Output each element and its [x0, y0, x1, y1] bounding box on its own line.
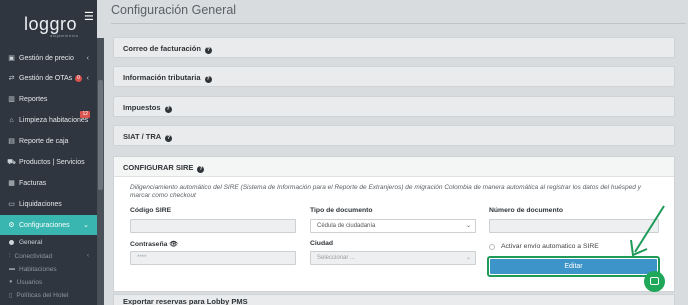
page-title: Configuración General [111, 3, 237, 17]
subitem-usuarios[interactable]: ● Usuarios [0, 275, 97, 289]
sidebar-item-label: Reportes [19, 95, 48, 103]
tipo-documento-select[interactable]: Cédula de ciudadanía ⌄ [310, 219, 476, 233]
sidebar-item-label: Gestión de precio [19, 54, 74, 62]
user-icon: ● [9, 279, 13, 285]
section-label: Información tributaria? [123, 73, 212, 83]
bed-icon: ▬ [9, 266, 15, 272]
subitem-conectividad[interactable]: ⫶ Conectividad ‹ [0, 249, 97, 263]
subitem-label: Habitaciones [19, 265, 57, 273]
sidebar-item-gestion-otas[interactable]: ⇄ Gestión de OTAs 0 ‹ [0, 68, 97, 88]
question-icon[interactable]: ? [204, 47, 212, 54]
question-icon[interactable]: ? [204, 76, 212, 83]
edit-button[interactable]: Editar [490, 259, 657, 274]
section-label: SIAT / TRA? [123, 132, 173, 142]
otas-badge: 0 [75, 74, 82, 82]
chevron-left-icon: ‹ [86, 54, 89, 62]
section-siat-tra[interactable]: SIAT / TRA? [113, 125, 675, 146]
chevron-left-icon: ‹ [87, 253, 89, 259]
sidebar-item-label: Reporte de caja [19, 137, 69, 145]
sidebar-item-label: Liquidaciones [19, 200, 62, 208]
contrasena-label: Contraseña 👁 [130, 241, 178, 248]
subitem-label: Políticas del Hotel [16, 291, 69, 299]
sidebar-item-facturas[interactable]: ▦ Facturas [0, 173, 97, 193]
subitem-label: Conectividad [14, 252, 53, 260]
chevron-down-icon: ⌄ [465, 255, 471, 261]
sidebar-scrollbar-thumb[interactable] [98, 80, 103, 190]
limpieza-badge: 12 [80, 111, 90, 118]
codigo-sire-input[interactable] [130, 219, 296, 233]
subitem-label: Usuarios [16, 278, 43, 286]
invoice-icon: ▦ [8, 180, 15, 187]
document-icon: ▯ [9, 292, 13, 299]
tag-icon: ▣ [8, 55, 15, 62]
sidebar-item-label: Productos | Servicios [19, 158, 85, 166]
section-correo-facturacion[interactable]: Correo de facturación? [113, 37, 675, 58]
ciudad-select[interactable]: Seleccionar ... ⌄ [310, 251, 476, 265]
sidebar-item-label: Configuraciones [19, 221, 70, 229]
money-icon: ▭ [8, 201, 15, 208]
ciudad-label: Ciudad [310, 240, 334, 247]
auto-send-toggle[interactable]: Activar envío automatico a SIRE [489, 243, 599, 250]
numero-documento-input[interactable] [489, 219, 659, 233]
logo-subtitle: alojamientos [50, 33, 79, 38]
sire-description: Diligenciamiento automático del SIRE (Si… [130, 184, 641, 199]
signal-icon: ⫶ [9, 252, 11, 259]
subitem-general[interactable]: General [0, 235, 97, 249]
codigo-sire-label: Código SIRE [130, 207, 172, 214]
sidebar-item-configuraciones[interactable]: ⚙ Configuraciones ⌄ [0, 215, 97, 235]
chat-button[interactable] [644, 271, 665, 292]
subitem-label: General [19, 238, 43, 246]
sidebar-item-productos[interactable]: ⛟ Productos | Servicios [0, 152, 97, 172]
logo-area: loggro alojamientos ☰ [0, 0, 97, 44]
title-divider [111, 23, 686, 24]
sidebar-item-limpieza[interactable]: ⌂ Limpieza habitaciones 12 [0, 110, 97, 130]
sidebar-item-reportes[interactable]: ▥ Reportes [0, 89, 97, 109]
swap-icon: ⇄ [8, 75, 15, 82]
auto-send-label: Activar envío automatico a SIRE [501, 243, 599, 250]
radio-button[interactable] [489, 243, 495, 250]
section-label: Impuestos? [123, 103, 172, 113]
broom-icon: ⌂ [9, 116, 14, 124]
circle-icon [9, 239, 14, 245]
chat-icon [650, 277, 659, 285]
sire-panel: CONFIGURAR SIRE? Diligenciamiento automá… [113, 156, 675, 292]
sidebar-item-gestion-precio[interactable]: ▣ Gestión de precio ‹ [0, 48, 97, 68]
hamburger-menu-icon[interactable]: ☰ [84, 12, 94, 23]
subitem-habitaciones[interactable]: ▬ Habitaciones [0, 262, 97, 276]
eye-icon[interactable]: 👁 [169, 241, 178, 248]
sidebar: loggro alojamientos ☰ ▣ Gestión de preci… [0, 0, 97, 305]
section-exportar-reservas[interactable]: Exportar reservas para Lobby PMS [113, 294, 675, 305]
gear-icon: ⚙ [8, 222, 15, 229]
sidebar-item-label: Gestión de OTAs [19, 74, 73, 82]
cart-icon: ⛟ [7, 158, 16, 166]
section-label: Correo de facturación? [123, 44, 212, 54]
logo[interactable]: loggro [24, 14, 77, 35]
contrasena-input[interactable]: **** [130, 251, 296, 265]
sidebar-item-label: Facturas [19, 179, 47, 187]
numero-documento-label: Número de documento [489, 207, 564, 214]
section-impuestos[interactable]: Impuestos? [113, 96, 675, 117]
bar-chart-icon: ▥ [8, 96, 15, 103]
chevron-left-icon: ‹ [86, 74, 89, 82]
question-icon[interactable]: ? [165, 135, 173, 142]
page-scrollbar[interactable] [681, 24, 688, 305]
subitem-politicas[interactable]: ▯ Políticas del Hotel [0, 288, 97, 302]
chevron-down-icon: ⌄ [465, 223, 471, 229]
tipo-documento-label: Tipo de documento [310, 207, 373, 214]
tipo-documento-value: Cédula de ciudadanía [317, 223, 376, 229]
section-informacion-tributaria[interactable]: Información tributaria? [113, 66, 675, 87]
section-label: Exportar reservas para Lobby PMS [123, 297, 248, 305]
sidebar-item-liquidaciones[interactable]: ▭ Liquidaciones [0, 194, 97, 214]
sire-panel-header[interactable]: CONFIGURAR SIRE? [114, 157, 674, 177]
question-icon[interactable]: ? [197, 166, 205, 173]
ciudad-placeholder: Seleccionar ... [317, 255, 356, 261]
chevron-down-icon: ⌄ [83, 222, 89, 229]
question-icon[interactable]: ? [164, 106, 172, 113]
cash-icon: ▤ [8, 138, 15, 145]
sire-header-label: CONFIGURAR SIRE? [123, 163, 205, 173]
sidebar-item-label: Limpieza habitaciones [19, 116, 89, 124]
sidebar-item-reporte-caja[interactable]: ▤ Reporte de caja [0, 131, 97, 151]
